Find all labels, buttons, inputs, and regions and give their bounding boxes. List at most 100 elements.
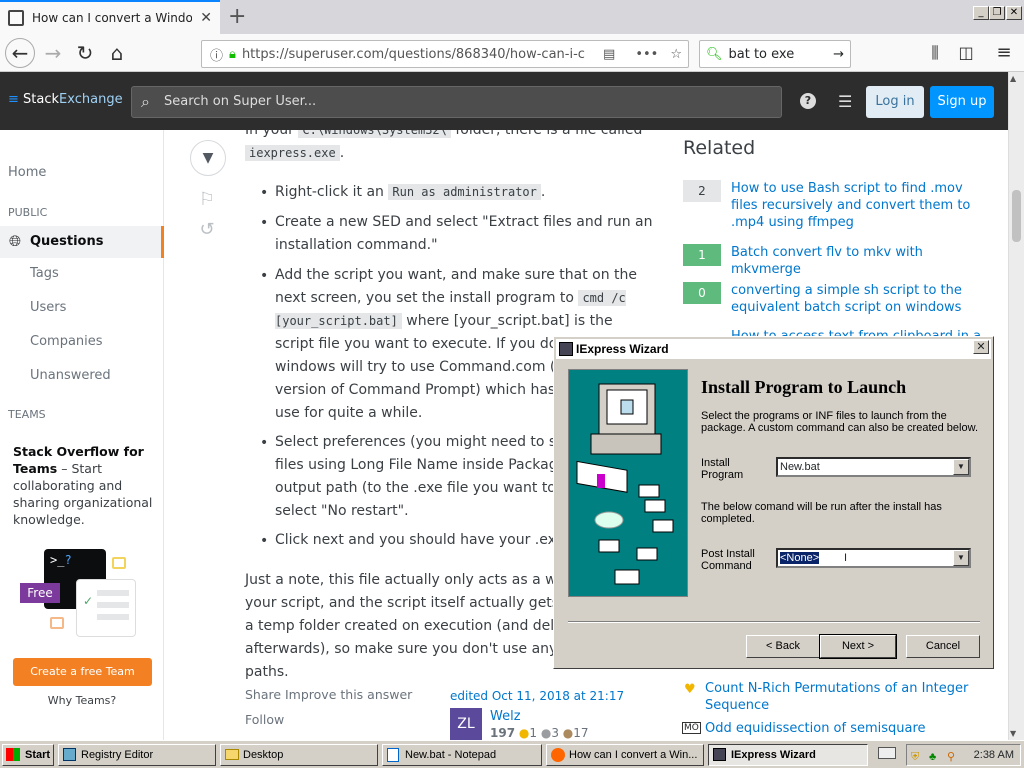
task-desktop[interactable]: Desktop [220, 744, 378, 766]
site-switcher-icon[interactable]: ☰ [838, 92, 852, 111]
nav-unanswered[interactable]: Unanswered [30, 368, 111, 383]
task-label: IExpress Wizard [731, 749, 816, 761]
intro-text-c: . [339, 145, 345, 161]
library-icon[interactable]: ⫼ [920, 39, 950, 67]
dropdown-arrow-icon[interactable]: ▼ [953, 459, 969, 475]
post-install-combo[interactable]: <None> I ▼ [776, 548, 971, 568]
related-link[interactable]: Batch convert flv to mkv with mkvmerge [731, 244, 991, 278]
answer-intro: In your C:\Windows\System32\ folder, the… [245, 130, 655, 165]
sidebar-icon[interactable]: ◫ [951, 39, 981, 67]
install-program-combo[interactable]: New.bat ▼ [776, 457, 971, 477]
start-label: Start [25, 749, 51, 761]
install-program-label: Install Program [701, 457, 744, 481]
bullet-icon: • [260, 268, 269, 284]
stackexchange-logo[interactable]: ≡ StackExchange [8, 92, 123, 107]
browser-tab-bar: How can I convert a Windows bat ✕ + _ ❐ … [0, 0, 1024, 34]
signup-button[interactable]: Sign up [930, 86, 994, 118]
dialog-description: Select the programs or INF files to laun… [701, 410, 978, 434]
step-1-code: Run as administrator [388, 184, 541, 200]
windows-logo-icon [6, 748, 20, 761]
task-registry-editor[interactable]: Registry Editor [58, 744, 216, 766]
logo-text-a: Stack [23, 92, 60, 107]
minimize-icon[interactable]: _ [973, 6, 989, 20]
related-link[interactable]: How to use Bash script to find .mov file… [731, 180, 991, 231]
reader-view-icon[interactable]: ▤ [603, 47, 615, 62]
system-tray: ⛨ ♣ ⚲ 2:38 AM [906, 744, 1021, 766]
related-count: 0 [683, 282, 721, 304]
hot-question-icon: ♥ [684, 682, 696, 697]
url-text: https://superuser.com/questions/868340/h… [241, 46, 585, 62]
browser-tab[interactable]: How can I convert a Windows bat ✕ [0, 0, 220, 34]
task-notepad[interactable]: New.bat - Notepad [382, 744, 542, 766]
chat-bubble-icon [112, 557, 126, 569]
task-browser[interactable]: How can I convert a Win... [546, 744, 704, 766]
site-search-input[interactable]: ⌕ Search on Super User... [131, 86, 782, 118]
go-arrow-icon[interactable]: → [833, 47, 844, 62]
new-tab-icon[interactable]: + [228, 4, 246, 29]
related-count: 1 [683, 244, 721, 266]
home-icon[interactable]: ⌂ [102, 39, 132, 67]
follow-link[interactable]: Follow [245, 708, 284, 731]
why-teams-link[interactable]: Why Teams? [0, 694, 164, 707]
forward-icon[interactable]: → [38, 39, 68, 67]
step-2: Create a new SED and select "Extract fil… [275, 214, 653, 253]
nav-questions[interactable]: 🌐︎ Questions [0, 226, 164, 258]
downvote-button[interactable]: ▼ [190, 140, 226, 176]
reload-icon[interactable]: ↻ [70, 39, 100, 67]
hot-question-link[interactable]: Count N-Rich Permutations of an Integer … [705, 680, 985, 714]
scroll-up-icon[interactable]: ▲ [1010, 74, 1016, 83]
bookmark-star-icon[interactable]: ☆ [664, 47, 688, 62]
network-icon[interactable]: ♣ [929, 747, 936, 767]
dialog-titlebar[interactable]: IExpress Wizard [556, 339, 991, 359]
back-button[interactable]: < Back [746, 635, 820, 658]
nav-home[interactable]: Home [8, 165, 46, 180]
related-link[interactable]: converting a simple sh script to the equ… [731, 282, 991, 316]
info-icon[interactable]: ⓘ [210, 45, 223, 64]
close-tab-icon[interactable]: ✕ [200, 10, 212, 26]
task-label: Desktop [243, 749, 284, 761]
restore-icon[interactable]: ❐ [989, 6, 1005, 20]
cancel-button[interactable]: Cancel [906, 635, 980, 658]
edited-link[interactable]: edited Oct 11, 2018 at 21:17 [450, 685, 624, 708]
search-tray-icon[interactable]: ⚲ [947, 747, 955, 767]
user-rep: 197 ●1 ●3 ●17 [490, 722, 589, 740]
page-actions-icon[interactable]: ••• [621, 47, 658, 62]
page-scrollbar[interactable]: ▲ ▼ [1008, 72, 1024, 740]
start-button[interactable]: Start [2, 744, 54, 766]
share-link[interactable]: Share [245, 683, 281, 706]
intro-text-a: In your [245, 130, 294, 138]
nav-users[interactable]: Users [30, 300, 66, 315]
scroll-thumb[interactable] [1012, 190, 1021, 242]
left-sidebar: Home PUBLIC 🌐︎ Questions Tags Users Comp… [0, 130, 164, 740]
intro-text-b: folder, there is a file called [455, 130, 643, 138]
dialog-close-button[interactable]: ✕ [973, 340, 989, 354]
nav-tags[interactable]: Tags [30, 266, 59, 281]
task-iexpress[interactable]: IExpress Wizard [708, 744, 868, 766]
bullet-icon: • [260, 435, 269, 451]
hot-question-link[interactable]: Odd equidissection of semisquare [705, 720, 985, 737]
taskbar: Start Registry Editor Desktop New.bat - … [0, 740, 1024, 768]
close-window-icon[interactable]: ✕ [1006, 6, 1022, 20]
back-icon[interactable]: ← [5, 38, 35, 68]
bronze-count: 17 [573, 726, 589, 740]
dropdown-arrow-icon[interactable]: ▼ [953, 550, 969, 566]
improve-link[interactable]: Improve this answer [285, 683, 412, 706]
search-bar[interactable]: 🔍︎ bat to exe → [699, 40, 851, 68]
clock[interactable]: 2:38 AM [974, 749, 1014, 761]
url-bar[interactable]: ⓘ 🔒︎ https://superuser.com/questions/868… [201, 40, 689, 68]
next-button[interactable]: Next > [819, 634, 897, 659]
step-1-end: . [540, 184, 546, 200]
login-button[interactable]: Log in [866, 86, 924, 118]
nav-companies[interactable]: Companies [30, 334, 103, 349]
intro-code: C:\Windows\System32\ [298, 130, 451, 138]
keyboard-icon[interactable] [878, 747, 896, 759]
help-icon[interactable]: ? [800, 93, 816, 109]
dialog-divider [568, 621, 980, 623]
create-team-button[interactable]: Create a free Team [13, 658, 152, 686]
user-avatar[interactable]: ZL [450, 708, 482, 740]
bookmark-icon[interactable]: ⚐ [190, 188, 224, 211]
history-icon[interactable]: ↺ [190, 218, 224, 241]
menu-icon[interactable]: ≡ [989, 39, 1019, 67]
shield-icon[interactable]: ⛨ [911, 747, 919, 767]
scroll-down-icon[interactable]: ▼ [1010, 729, 1016, 738]
